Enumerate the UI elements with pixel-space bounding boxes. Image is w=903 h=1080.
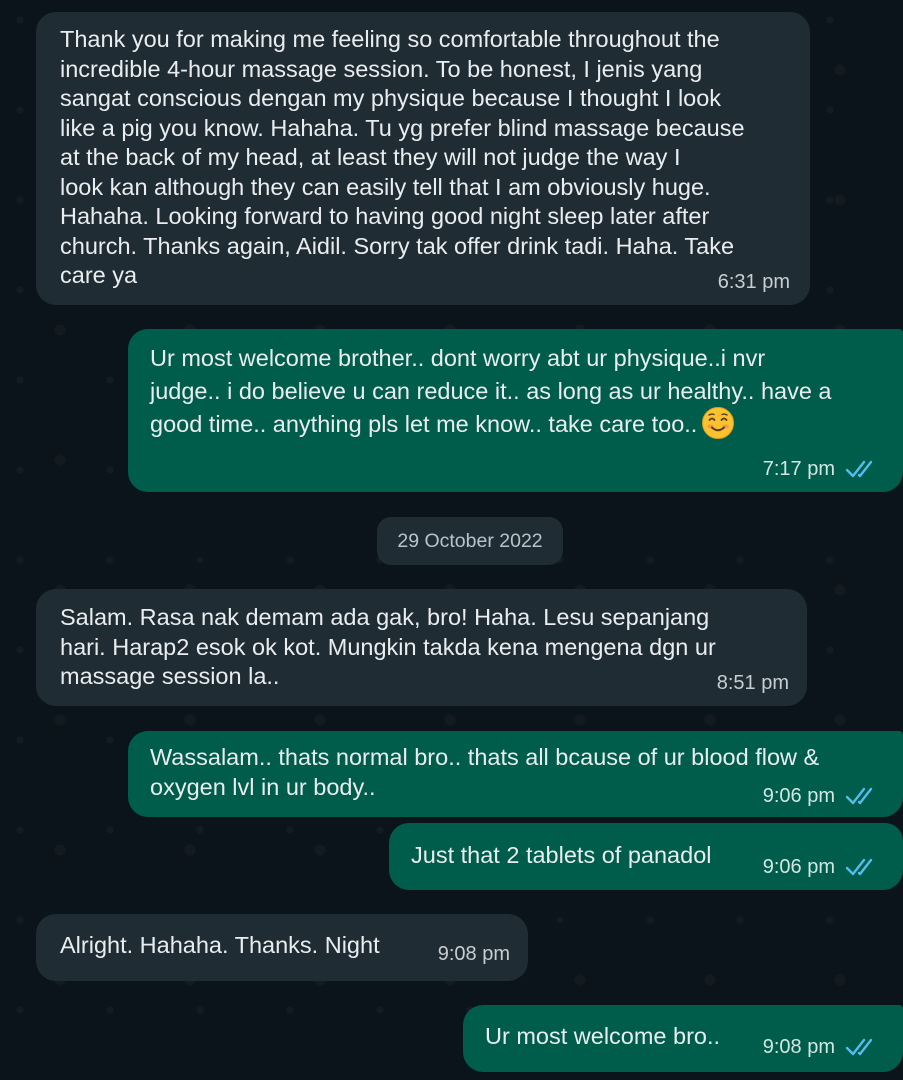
double-check-icon — [845, 856, 879, 878]
message-meta: 9:08 pm — [438, 940, 510, 970]
message-meta: 9:08 pm — [763, 1033, 879, 1063]
message-time: 9:08 pm — [437, 942, 510, 965]
message-meta: 9:06 pm — [763, 853, 879, 883]
incoming-message[interactable]: Alright. Hahaha. Thanks. Night 9:08 pm — [36, 914, 528, 981]
message-meta: 7:17 pm — [763, 455, 879, 485]
smiling-face-emoji-icon — [702, 406, 735, 439]
outgoing-message[interactable]: Just that 2 tablets of panadol 9:06 pm — [389, 823, 903, 890]
message-meta: 9:06 pm — [763, 782, 879, 812]
message-text: Wassalam.. thats normal bro.. thats all … — [150, 744, 820, 800]
message-text: Ur most welcome brother.. dont worry abt… — [150, 342, 832, 443]
outgoing-message[interactable]: Wassalam.. thats normal bro.. thats all … — [128, 731, 903, 817]
message-text: Just that 2 tablets of panadol — [411, 842, 712, 868]
date-separator: 29 October 2022 — [377, 517, 563, 565]
message-text: Ur most welcome bro.. — [485, 1023, 721, 1049]
double-check-icon — [845, 1036, 879, 1058]
message-time: 9:08 pm — [762, 1035, 835, 1058]
message-meta: 8:51 pm — [717, 669, 789, 699]
incoming-message[interactable]: Salam. Rasa nak demam ada gak, bro! Haha… — [36, 589, 807, 706]
message-time: 6:31 pm — [717, 270, 790, 293]
message-meta: 6:31 pm — [718, 268, 790, 298]
chat-conversation: Thank you for making me feeling so comfo… — [0, 0, 903, 1080]
message-time: 7:17 pm — [762, 457, 835, 480]
message-text: Alright. Hahaha. Thanks. Night — [60, 932, 380, 958]
double-check-icon — [845, 785, 879, 807]
message-text: Thank you for making me feeling so comfo… — [60, 26, 745, 288]
message-text: Salam. Rasa nak demam ada gak, bro! Haha… — [60, 604, 716, 689]
message-time: 9:06 pm — [762, 784, 835, 807]
double-check-icon — [845, 458, 879, 480]
outgoing-message[interactable]: Ur most welcome brother.. dont worry abt… — [128, 329, 903, 492]
message-time: 8:51 pm — [716, 671, 789, 694]
incoming-message[interactable]: Thank you for making me feeling so comfo… — [36, 12, 810, 305]
outgoing-message[interactable]: Ur most welcome bro.. 9:08 pm — [463, 1005, 903, 1072]
message-time: 9:06 pm — [762, 855, 835, 878]
